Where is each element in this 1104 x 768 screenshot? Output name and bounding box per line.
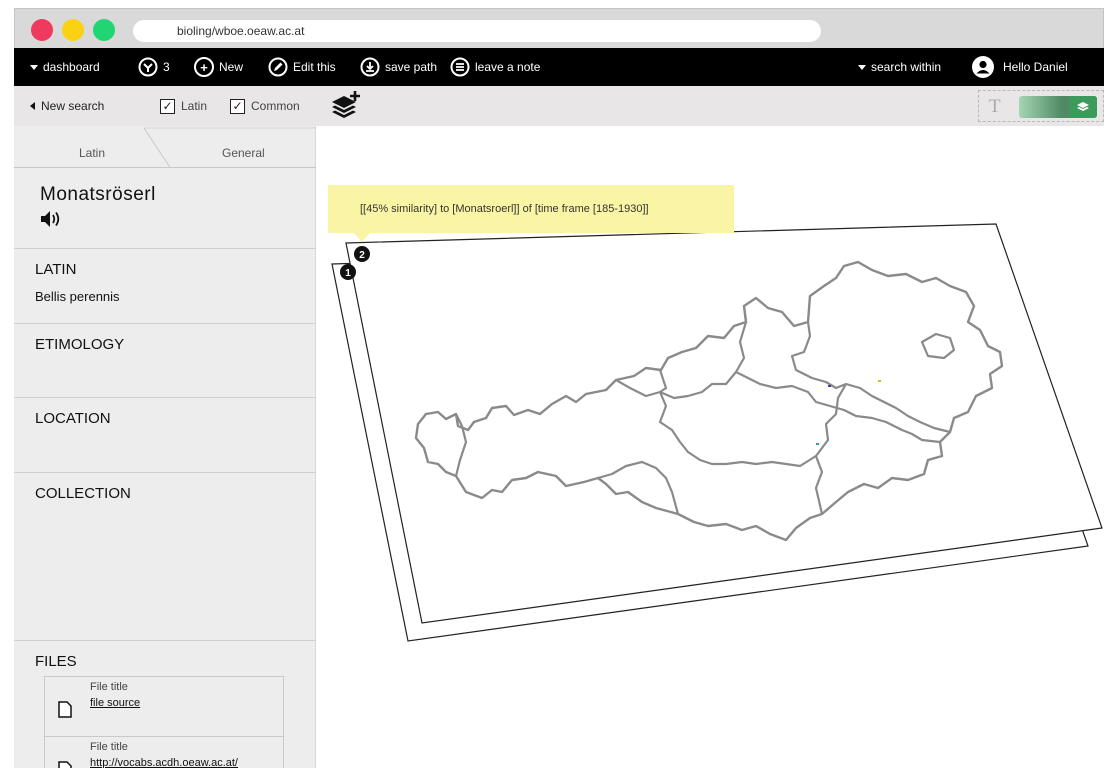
search-within-menu[interactable]: search within <box>858 48 941 86</box>
layers-icon[interactable] <box>1069 96 1097 118</box>
file-title: File title <box>90 681 128 693</box>
search-options-bar: New search ✓ Latin ✓ Common T <box>14 86 1104 126</box>
data-point <box>816 443 819 445</box>
term-title: Monatsröserl <box>40 184 156 205</box>
filter-icon <box>138 57 158 77</box>
similarity-tooltip: [[45% similarity] to [Monatsroerl]] of [… <box>328 185 734 242</box>
checkbox-checked-icon: ✓ <box>160 98 175 114</box>
view-controls: T <box>978 90 1104 122</box>
edit-label: Edit this <box>293 60 336 74</box>
browser-chrome: bioling/wboe.oeaw.ac.at <box>14 8 1104 48</box>
file-icon <box>58 761 72 768</box>
data-point <box>878 380 881 382</box>
files-section-title: FILES <box>35 653 77 670</box>
caret-down-icon <box>30 64 38 70</box>
term-detail-sidebar: Latin General Monatsröserl LATIN Bellis … <box>14 126 316 768</box>
common-checkbox[interactable]: ✓ Common <box>230 86 300 126</box>
collection-section: COLLECTION <box>14 472 316 640</box>
location-section-title: LOCATION <box>35 410 111 427</box>
file-icon <box>58 701 72 723</box>
file-source-link[interactable]: http://vocabs.acdh.oeaw.ac.at/ <box>90 757 238 768</box>
etimology-section-title: ETIMOLOGY <box>35 336 125 353</box>
file-item[interactable]: File title http://vocabs.acdh.oeaw.ac.at… <box>44 736 284 768</box>
new-search-label: New search <box>41 99 105 113</box>
add-layer-button[interactable] <box>330 86 362 126</box>
map-layer-front <box>345 223 1103 624</box>
latin-name-value: Bellis perennis <box>35 289 120 304</box>
close-window-button[interactable] <box>31 19 53 41</box>
map-canvas[interactable]: 1 2 [[45% similarity] to [Monatsroerl]] … <box>316 126 1104 768</box>
user-menu[interactable]: Hello Daniel <box>972 48 1068 86</box>
new-label: New <box>219 60 244 74</box>
layer-opacity-slider[interactable] <box>1019 96 1097 118</box>
tab-general[interactable]: General <box>222 126 265 168</box>
etimology-section: ETIMOLOGY <box>14 323 316 397</box>
main-toolbar: dashboard 3 + New Edit this save path le… <box>14 48 1104 86</box>
filter-button[interactable]: 3 <box>138 48 170 86</box>
new-button[interactable]: + New <box>194 48 243 86</box>
layer-badge-back-label: 1 <box>345 268 351 279</box>
layer-badge-front-label: 2 <box>359 250 365 261</box>
tab-divider <box>14 127 316 168</box>
save-path-label: save path <box>385 60 438 74</box>
user-avatar-icon <box>972 56 994 78</box>
caret-down-icon <box>858 64 866 70</box>
file-source-link[interactable]: file source <box>90 697 140 709</box>
file-item[interactable]: File title file source <box>44 676 284 736</box>
text-toggle[interactable]: T <box>989 96 1001 118</box>
dashboard-menu[interactable]: dashboard <box>30 48 100 86</box>
location-section: LOCATION <box>14 397 316 472</box>
filter-count: 3 <box>163 60 170 74</box>
sidebar-tabs: Latin General <box>14 126 316 168</box>
file-list: File title file source File title http:/… <box>44 676 284 768</box>
caret-left-icon <box>30 102 35 110</box>
search-within-label: search within <box>871 60 942 74</box>
common-checkbox-label: Common <box>251 99 300 113</box>
address-bar[interactable]: bioling/wboe.oeaw.ac.at <box>133 20 821 42</box>
maximize-window-button[interactable] <box>93 19 115 41</box>
new-search-link[interactable]: New search <box>30 86 104 126</box>
data-point <box>828 385 831 387</box>
save-path-button[interactable]: save path <box>360 48 437 86</box>
layers-add-icon <box>330 90 362 123</box>
latin-checkbox-label: Latin <box>181 99 208 113</box>
pencil-icon <box>268 57 288 77</box>
latin-checkbox[interactable]: ✓ Latin <box>160 86 207 126</box>
download-icon <box>360 57 380 77</box>
latin-section: LATIN Bellis perennis <box>14 248 316 323</box>
note-icon <box>450 57 470 77</box>
note-label: leave a note <box>475 60 541 74</box>
tab-latin[interactable]: Latin <box>79 126 105 168</box>
collection-section-title: COLLECTION <box>35 485 131 502</box>
edit-button[interactable]: Edit this <box>268 48 336 86</box>
file-title: File title <box>90 741 128 753</box>
latin-section-title: LATIN <box>35 261 77 278</box>
checkbox-checked-icon: ✓ <box>230 98 245 114</box>
leave-note-button[interactable]: leave a note <box>450 48 540 86</box>
plus-icon: + <box>194 57 214 77</box>
minimize-window-button[interactable] <box>62 19 84 41</box>
speaker-icon[interactable] <box>40 210 62 233</box>
dashboard-label: dashboard <box>43 60 100 74</box>
user-greeting: Hello Daniel <box>1003 60 1068 74</box>
